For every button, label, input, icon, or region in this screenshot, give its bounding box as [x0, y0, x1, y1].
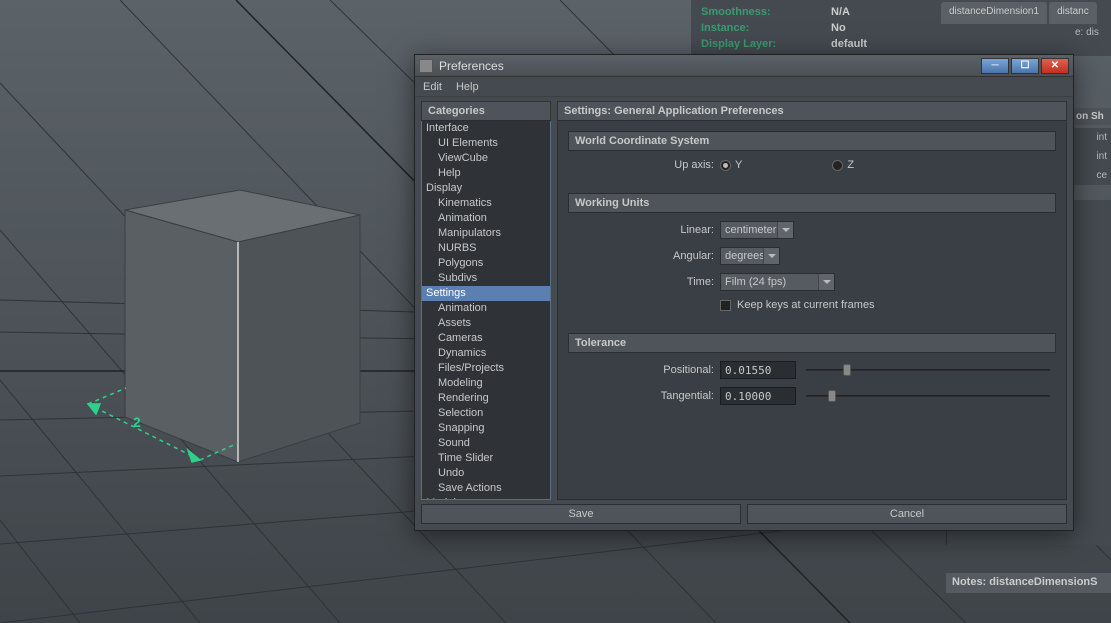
category-polygons[interactable]: Polygons [422, 256, 550, 271]
category-display[interactable]: Display [422, 181, 550, 196]
tangential-slider[interactable] [806, 388, 1050, 404]
up-axis-y-radio[interactable]: Y [720, 159, 742, 171]
category-undo[interactable]: Undo [422, 466, 550, 481]
tangential-input[interactable]: 0.10000 [720, 387, 796, 405]
category-nurbs[interactable]: NURBS [422, 241, 550, 256]
app-icon [419, 59, 433, 73]
category-selection[interactable]: Selection [422, 406, 550, 421]
dimension-value: 2 [133, 414, 141, 430]
categories-header: Categories [421, 101, 551, 121]
linear-select[interactable]: centimeter [720, 221, 794, 239]
category-save-actions[interactable]: Save Actions [422, 481, 550, 496]
time-select[interactable]: Film (24 fps) [720, 273, 835, 291]
category-time-slider[interactable]: Time Slider [422, 451, 550, 466]
cancel-button[interactable]: Cancel [747, 504, 1067, 524]
bg-notes-header: Notes: distanceDimensionS [946, 573, 1111, 593]
keep-keys-checkbox[interactable]: Keep keys at current frames [720, 299, 875, 311]
angular-label: Angular: [574, 250, 714, 262]
menu-edit[interactable]: Edit [423, 81, 442, 93]
category-dynamics[interactable]: Dynamics [422, 346, 550, 361]
group-working-units: Working Units Linear: centimeter Angular… [568, 193, 1056, 323]
dialog-titlebar[interactable]: Preferences ─ ☐ ✕ [415, 55, 1073, 77]
maximize-button[interactable]: ☐ [1011, 58, 1039, 74]
category-sound[interactable]: Sound [422, 436, 550, 451]
linear-label: Linear: [574, 224, 714, 236]
tangential-label: Tangential: [574, 390, 714, 402]
group-title-tolerance: Tolerance [568, 333, 1056, 353]
group-world-coordinate-system: World Coordinate System Up axis: Y Z [568, 131, 1056, 183]
category-assets[interactable]: Assets [422, 316, 550, 331]
positional-input[interactable]: 0.01550 [720, 361, 796, 379]
cube-geometry [125, 190, 360, 462]
group-title-units: Working Units [568, 193, 1056, 213]
group-title-wcs: World Coordinate System [568, 131, 1056, 151]
category-settings[interactable]: Settings [422, 286, 550, 301]
category-snapping[interactable]: Snapping [422, 421, 550, 436]
settings-header: Settings: General Application Preference… [557, 101, 1067, 121]
save-button[interactable]: Save [421, 504, 741, 524]
category-manipulators[interactable]: Manipulators [422, 226, 550, 241]
positional-slider[interactable] [806, 362, 1050, 378]
bg-tab-2[interactable]: distanc [1049, 2, 1097, 24]
menu-help[interactable]: Help [456, 81, 479, 93]
category-subdivs[interactable]: Subdivs [422, 271, 550, 286]
category-cameras[interactable]: Cameras [422, 331, 550, 346]
preferences-dialog: Preferences ─ ☐ ✕ Edit Help Categories I… [414, 54, 1074, 531]
chevron-down-icon [777, 222, 793, 238]
category-viewcube[interactable]: ViewCube [422, 151, 550, 166]
categories-list[interactable]: InterfaceUI ElementsViewCubeHelpDisplayK… [421, 121, 551, 500]
positional-label: Positional: [574, 364, 714, 376]
bg-tab-1[interactable]: distanceDimension1 [941, 2, 1047, 24]
up-axis-label: Up axis: [574, 159, 714, 171]
category-interface[interactable]: Interface [422, 121, 550, 136]
category-animation[interactable]: Animation [422, 211, 550, 226]
category-kinematics[interactable]: Kinematics [422, 196, 550, 211]
chevron-down-icon [763, 248, 779, 264]
dialog-title: Preferences [439, 59, 981, 73]
category-files-projects[interactable]: Files/Projects [422, 361, 550, 376]
category-animation[interactable]: Animation [422, 301, 550, 316]
category-ui-elements[interactable]: UI Elements [422, 136, 550, 151]
chevron-down-icon [818, 274, 834, 290]
group-tolerance: Tolerance Positional: 0.01550 Tangential… [568, 333, 1056, 417]
close-button[interactable]: ✕ [1041, 58, 1069, 74]
category-rendering[interactable]: Rendering [422, 391, 550, 406]
minimize-button[interactable]: ─ [981, 58, 1009, 74]
up-axis-z-radio[interactable]: Z [832, 159, 854, 171]
angular-select[interactable]: degrees [720, 247, 780, 265]
category-help[interactable]: Help [422, 166, 550, 181]
category-modeling[interactable]: Modeling [422, 376, 550, 391]
time-label: Time: [574, 276, 714, 288]
dialog-menubar: Edit Help [415, 77, 1073, 97]
